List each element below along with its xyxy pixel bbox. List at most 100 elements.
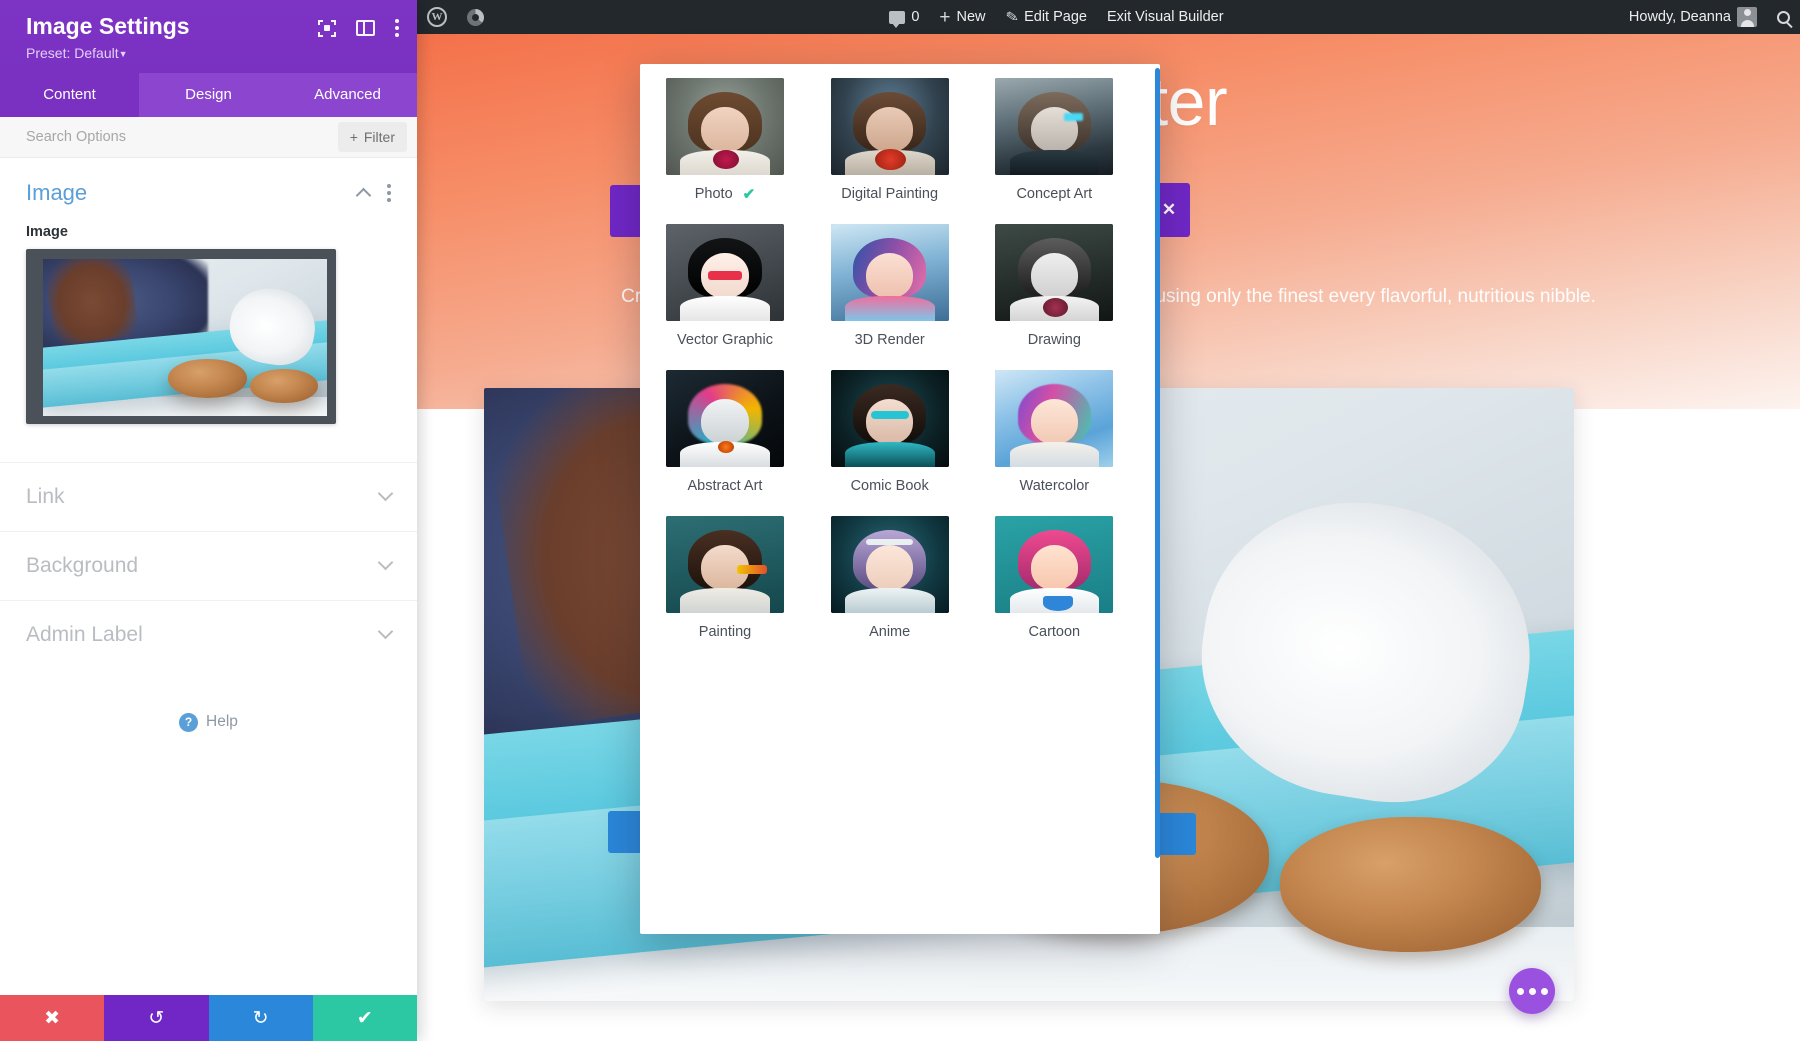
image-field-label: Image xyxy=(26,224,391,240)
howdy-label: Howdy, Deanna xyxy=(1629,9,1731,25)
site-dashboard-menu[interactable] xyxy=(457,0,494,34)
panel-body: Image Image xyxy=(0,158,417,995)
preset-label: Preset: Default xyxy=(26,45,119,61)
filter-label: Filter xyxy=(364,129,395,145)
style-option-3d-render[interactable]: 3D Render xyxy=(831,224,970,348)
style-thumbnail[interactable] xyxy=(995,370,1113,467)
style-thumbnail[interactable] xyxy=(831,516,949,613)
section-background[interactable]: Background xyxy=(0,531,417,600)
chevron-down-icon xyxy=(378,624,394,640)
style-option-concept-art[interactable]: Concept Art xyxy=(995,78,1134,202)
chevron-up-icon[interactable] xyxy=(356,188,372,204)
style-option-drawing[interactable]: Drawing xyxy=(995,224,1134,348)
style-label: 3D Render xyxy=(855,332,925,348)
more-options-icon[interactable] xyxy=(395,19,399,37)
question-mark-icon: ? xyxy=(179,713,198,732)
style-option-anime[interactable]: Anime xyxy=(831,516,970,640)
check-icon: ✔ xyxy=(743,187,756,202)
style-thumbnail-art xyxy=(995,516,1113,613)
section-image: Image Image xyxy=(0,158,417,432)
style-label: Anime xyxy=(869,624,910,640)
style-thumbnail[interactable] xyxy=(831,78,949,175)
split-view-icon[interactable] xyxy=(356,20,375,36)
style-label-row: Anime xyxy=(831,624,949,640)
avatar xyxy=(1737,7,1757,27)
exit-visual-builder-link[interactable]: Exit Visual Builder xyxy=(1097,0,1234,34)
dot-icon xyxy=(1541,988,1548,995)
style-option-cartoon[interactable]: Cartoon xyxy=(995,516,1134,640)
style-grid: Photo ✔ Digital PaintingConcept Art Vector … xyxy=(666,78,1134,640)
wordpress-logo-icon xyxy=(427,7,447,27)
chevron-down-icon xyxy=(378,486,394,502)
edit-page-link[interactable]: ✎ Edit Page xyxy=(996,0,1097,34)
help-button[interactable]: ? Help xyxy=(179,713,238,732)
wp-logo-menu[interactable] xyxy=(417,0,457,34)
more-actions-fab[interactable] xyxy=(1509,968,1555,1014)
style-label: Abstract Art xyxy=(688,478,763,494)
dashboard-icon xyxy=(467,9,484,26)
style-thumbnail[interactable] xyxy=(831,224,949,321)
style-label: Photo xyxy=(695,186,733,202)
panel-header: Image Settings Preset: Default▼ xyxy=(0,0,417,73)
search-input[interactable] xyxy=(26,129,338,145)
style-option-photo[interactable]: Photo ✔ xyxy=(666,78,805,202)
save-button[interactable]: ✔ xyxy=(313,995,417,1041)
style-thumbnail[interactable] xyxy=(995,516,1113,613)
style-option-vector-graphic[interactable]: Vector Graphic xyxy=(666,224,805,348)
chevron-down-icon xyxy=(378,555,394,571)
style-thumbnail-art xyxy=(666,516,784,613)
comments-menu[interactable]: 0 xyxy=(879,0,929,34)
focus-target-icon[interactable] xyxy=(318,20,336,37)
style-option-watercolor[interactable]: Watercolor xyxy=(995,370,1134,494)
style-thumbnail[interactable] xyxy=(995,224,1113,321)
section-link[interactable]: Link xyxy=(0,462,417,531)
style-thumbnail[interactable] xyxy=(666,370,784,467)
style-label: Cartoon xyxy=(1029,624,1081,640)
style-thumbnail-art xyxy=(831,370,949,467)
tab-content[interactable]: Content xyxy=(0,73,139,117)
style-thumbnail[interactable] xyxy=(666,224,784,321)
style-thumbnail-art xyxy=(666,370,784,467)
my-account-menu[interactable]: Howdy, Deanna xyxy=(1619,0,1767,34)
style-label: Vector Graphic xyxy=(677,332,773,348)
comment-icon xyxy=(889,11,905,24)
redo-button[interactable]: ↻ xyxy=(209,995,313,1041)
comments-count: 0 xyxy=(911,9,919,25)
cancel-button[interactable]: ✖ xyxy=(0,995,104,1041)
style-thumbnail[interactable] xyxy=(666,78,784,175)
section-admin-label[interactable]: Admin Label xyxy=(0,600,417,669)
preset-selector[interactable]: Preset: Default▼ xyxy=(26,45,190,61)
style-thumbnail[interactable] xyxy=(831,370,949,467)
section-image-title[interactable]: Image xyxy=(26,180,87,206)
new-label: New xyxy=(957,9,986,25)
new-content-menu[interactable]: + New xyxy=(929,0,995,34)
preview-cookie-left xyxy=(168,359,248,398)
style-label: Watercolor xyxy=(1020,478,1090,494)
style-label-row: Photo ✔ xyxy=(666,186,784,202)
tab-design[interactable]: Design xyxy=(139,73,278,117)
style-option-comic-book[interactable]: Comic Book xyxy=(831,370,970,494)
exit-builder-label: Exit Visual Builder xyxy=(1107,9,1224,25)
style-thumbnail[interactable] xyxy=(666,516,784,613)
style-label: Comic Book xyxy=(851,478,929,494)
panel-tabs: Content Design Advanced xyxy=(0,73,417,117)
section-more-options-icon[interactable] xyxy=(387,184,391,202)
modal-scrollbar[interactable] xyxy=(1155,68,1160,858)
image-upload-preview[interactable] xyxy=(26,249,336,424)
style-option-abstract-art[interactable]: Abstract Art xyxy=(666,370,805,494)
tab-advanced[interactable]: Advanced xyxy=(278,73,417,117)
panel-title: Image Settings xyxy=(26,14,190,40)
undo-button[interactable]: ↺ xyxy=(104,995,208,1041)
filter-button[interactable]: + Filter xyxy=(338,122,407,152)
dot-icon xyxy=(1529,988,1536,995)
style-thumbnail-art xyxy=(995,78,1113,175)
adminbar-search-button[interactable] xyxy=(1767,0,1800,34)
style-label-row: Drawing xyxy=(995,332,1113,348)
style-thumbnail[interactable] xyxy=(995,78,1113,175)
help-label: Help xyxy=(206,713,238,731)
style-picker-modal: Photo ✔ Digital PaintingConcept Art Vector … xyxy=(640,64,1160,934)
style-thumbnail-art xyxy=(995,224,1113,321)
image-cookie-right xyxy=(1280,817,1542,952)
style-option-painting[interactable]: Painting xyxy=(666,516,805,640)
style-option-digital-painting[interactable]: Digital Painting xyxy=(831,78,970,202)
